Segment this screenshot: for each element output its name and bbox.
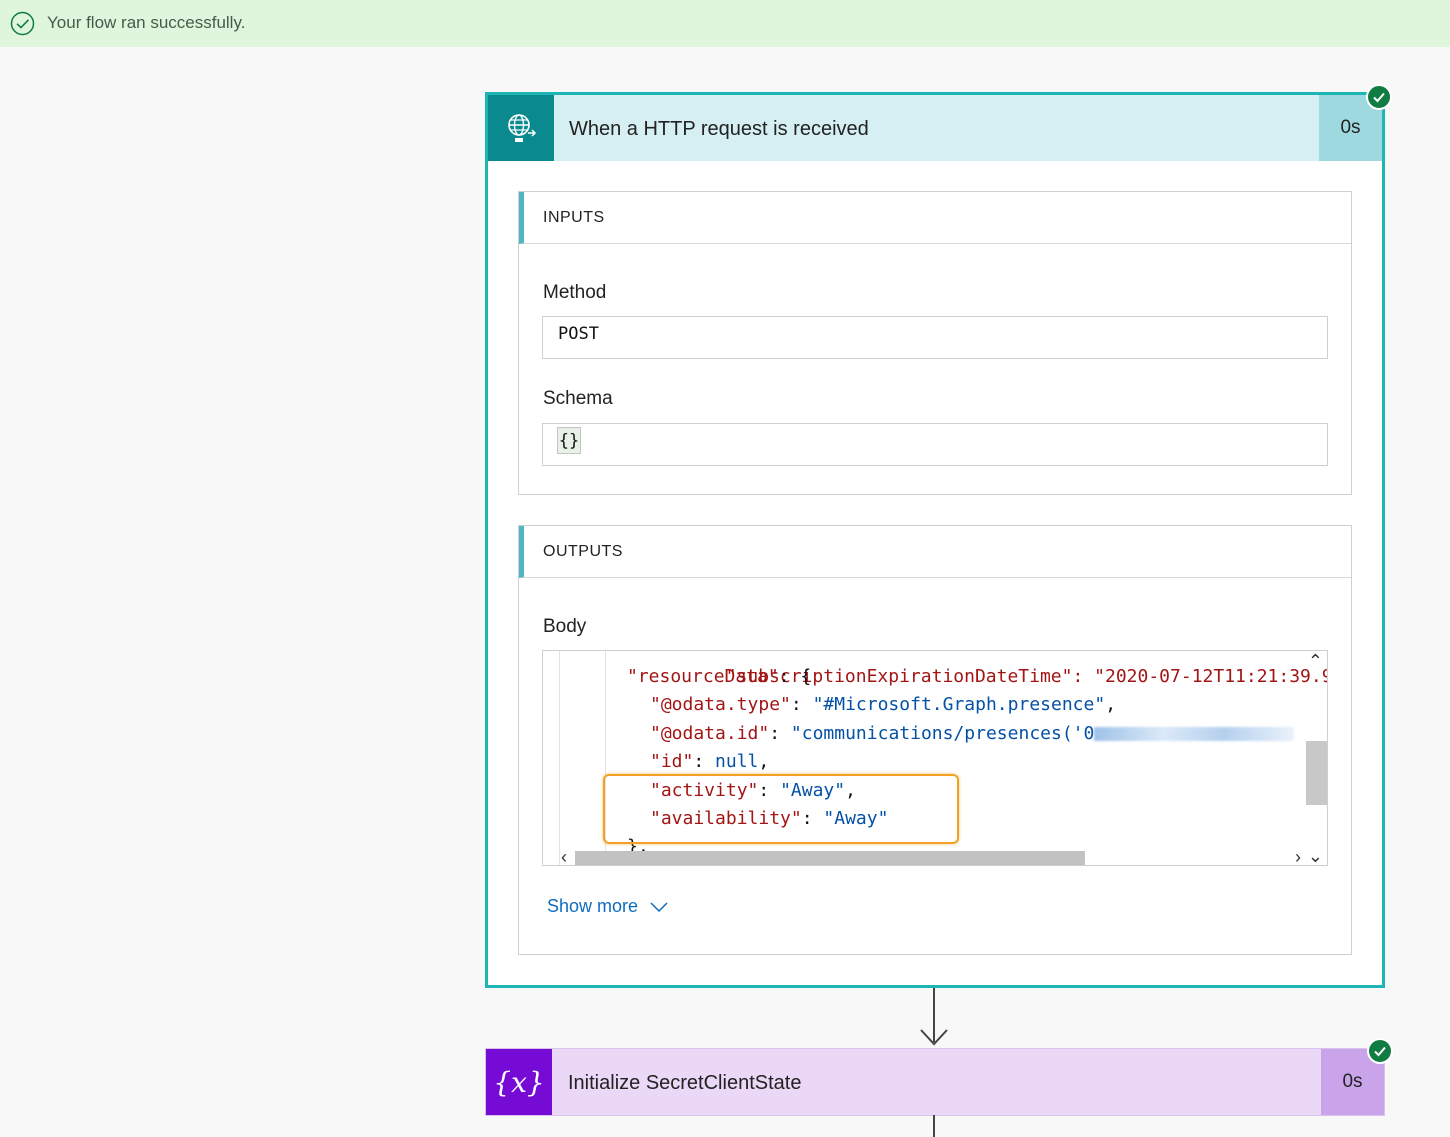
trigger-card[interactable]: When a HTTP request is received 0s INPUT…	[485, 92, 1385, 988]
scroll-left-icon[interactable]: ‹	[561, 848, 567, 865]
success-banner: Your flow ran successfully.	[0, 0, 1450, 47]
scroll-up-icon[interactable]: ⌃	[1308, 652, 1323, 670]
code-gutter	[559, 651, 560, 865]
code-line-odata-id: "@odata.id": "communications/presences('…	[650, 720, 1295, 748]
inputs-heading: INPUTS	[543, 209, 605, 226]
body-label: Body	[543, 616, 587, 637]
body-code-viewer[interactable]: "subscriptionExpirationDateTime": "2020-…	[542, 650, 1328, 866]
odata-id-value: "communications/presences('0	[790, 723, 1095, 744]
id-value: null	[715, 751, 759, 772]
schema-value: {}	[557, 427, 581, 454]
chevron-down-icon	[650, 901, 668, 912]
http-request-icon	[488, 95, 554, 161]
code-line-id: "id": null,	[650, 751, 770, 772]
resource-data-key: "resourceData"	[627, 666, 779, 687]
trigger-card-header[interactable]: When a HTTP request is received 0s	[488, 95, 1382, 161]
code-line-odata-type: "@odata.type": "#Microsoft.Graph.presenc…	[650, 694, 1117, 715]
outputs-section: OUTPUTS Body "subscriptionExpirationDate…	[518, 525, 1352, 955]
method-value: POST	[558, 324, 599, 344]
trigger-success-icon	[1366, 84, 1392, 110]
vertical-scrollbar-thumb[interactable]	[1306, 741, 1327, 805]
success-message: Your flow ran successfully.	[47, 13, 246, 32]
partial-line-text: "subscriptionExpirationDateTime": "2020-…	[725, 666, 1328, 687]
odata-type-key: "@odata.type"	[650, 694, 791, 715]
schema-label: Schema	[543, 388, 613, 409]
method-field: POST	[542, 316, 1328, 359]
method-label: Method	[543, 282, 607, 303]
schema-field: {}	[542, 423, 1328, 466]
show-more-link[interactable]: Show more	[547, 896, 668, 917]
odata-id-key: "@odata.id"	[650, 723, 770, 744]
code-line-resource-data: "resourceData": {	[627, 666, 812, 687]
scroll-right-icon[interactable]: ›	[1295, 848, 1301, 865]
flow-arrow-icon	[920, 1029, 948, 1046]
redacted-id	[1094, 727, 1295, 741]
show-more-label: Show more	[547, 896, 639, 916]
success-check-icon	[10, 11, 35, 36]
flow-connector-line-bottom	[933, 1115, 935, 1137]
odata-type-value: "#Microsoft.Graph.presence"	[812, 694, 1106, 715]
outputs-heading: OUTPUTS	[543, 543, 623, 560]
variable-icon: {x}	[486, 1049, 552, 1115]
outputs-header: OUTPUTS	[519, 526, 1351, 578]
initialize-variable-card[interactable]: {x} Initialize SecretClientState 0s	[485, 1048, 1385, 1116]
inputs-header: INPUTS	[519, 192, 1351, 244]
trigger-title: When a HTTP request is received	[569, 118, 869, 140]
id-key: "id"	[650, 751, 694, 772]
scroll-down-icon[interactable]: ⌄	[1308, 847, 1323, 865]
horizontal-scrollbar-thumb[interactable]	[575, 851, 1085, 865]
inputs-section: INPUTS Method POST Schema {}	[518, 191, 1352, 495]
activity-highlight-box	[603, 774, 959, 844]
initialize-variable-title: Initialize SecretClientState	[568, 1072, 802, 1094]
action-success-icon	[1367, 1038, 1393, 1064]
